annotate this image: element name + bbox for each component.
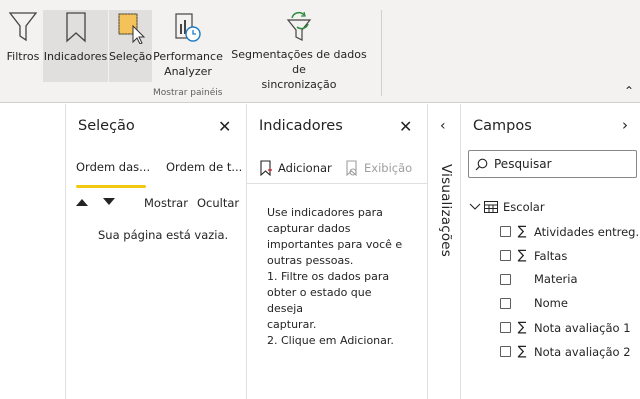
ribbon: Filtros Indicadores Seleção Performance xyxy=(0,0,640,103)
funnel-icon xyxy=(8,10,38,46)
campos-title: Campos xyxy=(473,118,532,134)
performance-label-1: Performance xyxy=(153,50,223,63)
help-line: obter o estado que deseja xyxy=(267,286,372,315)
sigma-icon: ∑ xyxy=(517,248,527,263)
field-label: Atividades entreg... xyxy=(534,224,640,239)
group-label-mostrar-paineis: Mostrar painéis xyxy=(153,88,223,98)
field-checkbox[interactable] xyxy=(500,322,511,333)
help-line: 2. Clique em Adicionar. xyxy=(267,334,394,347)
field-row[interactable]: ∑ Atividades entreg... xyxy=(500,224,640,239)
filtros-label: Filtros xyxy=(6,50,40,63)
ribbon-divider xyxy=(381,10,382,96)
field-row[interactable]: ∑ Nota avaliação 2 xyxy=(500,344,631,359)
collapse-right-icon[interactable]: › xyxy=(622,116,628,134)
performance-label-2: Analyzer xyxy=(164,65,212,78)
selecao-pane: Seleção ✕ xyxy=(65,104,247,399)
field-row[interactable]: Nome xyxy=(500,296,568,310)
sigma-icon: ∑ xyxy=(517,344,527,359)
indicadores-label: Indicadores xyxy=(43,50,108,63)
visualizacoes-pane-collapsed[interactable]: ‹ Visualizações xyxy=(427,104,461,399)
view-bookmark-label: Exibição xyxy=(364,161,413,175)
field-label: Materia xyxy=(534,272,578,286)
filtros-button[interactable]: Filtros xyxy=(3,10,43,82)
indicadores-title: Indicadores xyxy=(259,118,343,134)
show-button[interactable]: Mostrar xyxy=(144,196,188,210)
field-checkbox[interactable] xyxy=(500,346,511,357)
field-checkbox[interactable] xyxy=(500,297,511,309)
sigma-icon: ∑ xyxy=(517,320,527,335)
indicadores-toolbar: Adicionar Exibição xyxy=(247,148,428,184)
visualizacoes-title[interactable]: Visualizações xyxy=(438,164,454,257)
active-tab-underline xyxy=(76,185,146,188)
tab-ordem-das-camadas[interactable]: Ordem das... xyxy=(76,160,150,174)
sigma-icon: ∑ xyxy=(517,224,527,239)
help-line: capturar dados xyxy=(267,222,351,235)
hide-button[interactable]: Ocultar xyxy=(197,196,239,210)
expand-left-icon[interactable]: ‹ xyxy=(440,118,446,134)
chevron-down-icon xyxy=(469,203,481,210)
tab-ordem-de-tabulacao[interactable]: Ordem de t... xyxy=(166,160,242,174)
selecao-close-icon[interactable]: ✕ xyxy=(218,117,231,136)
field-checkbox[interactable] xyxy=(500,273,511,285)
help-line: capturar. xyxy=(267,318,317,331)
add-bookmark-label: Adicionar xyxy=(278,161,332,175)
sync-slicers-label-2: sincronização xyxy=(261,78,337,91)
indicadores-close-icon[interactable]: ✕ xyxy=(399,117,412,136)
performance-stopwatch-icon xyxy=(172,10,204,46)
table-name: Escolar xyxy=(503,200,545,214)
performance-analyzer-button[interactable]: Performance Analyzer xyxy=(153,10,223,82)
ribbon-collapse-icon[interactable]: ⌃ xyxy=(624,84,634,98)
sync-slicers-icon xyxy=(282,10,316,44)
field-label: Nota avaliação 1 xyxy=(534,320,631,335)
field-checkbox[interactable] xyxy=(500,250,511,261)
field-label: Nota avaliação 2 xyxy=(534,344,631,359)
move-up-icon[interactable] xyxy=(75,196,89,210)
field-label: Faltas xyxy=(534,248,568,263)
field-row[interactable]: ∑ Faltas xyxy=(500,248,567,263)
campos-search-input[interactable]: Pesquisar xyxy=(468,150,637,178)
empty-page-message: Sua página está vazia. xyxy=(98,228,229,242)
view-bookmark-icon xyxy=(346,160,357,176)
search-icon xyxy=(475,158,488,170)
add-bookmark-button[interactable]: Adicionar xyxy=(259,160,332,176)
table-escolar[interactable]: Escolar xyxy=(469,200,545,214)
selecao-button[interactable]: Seleção xyxy=(109,10,152,82)
help-line: importantes para você e xyxy=(267,238,403,251)
field-row[interactable]: ∑ Nota avaliação 1 xyxy=(500,320,631,335)
view-bookmark-button[interactable]: Exibição xyxy=(345,160,412,176)
field-checkbox[interactable] xyxy=(500,226,511,237)
sync-slicers-button[interactable]: Segmentações de dados de sincronização xyxy=(225,10,373,91)
help-line: outras pessoas. xyxy=(267,254,354,267)
selecao-title: Seleção xyxy=(78,118,135,134)
campos-pane: Campos › Pesquisar Escolar ∑ Atividades … xyxy=(460,104,640,399)
help-line: 1. Filtre os dados para xyxy=(267,270,390,283)
search-placeholder: Pesquisar xyxy=(494,157,552,171)
move-down-icon[interactable] xyxy=(102,196,116,210)
bookmark-icon xyxy=(61,10,91,46)
selection-pointer-icon xyxy=(115,10,147,46)
bookmark-help-text: Use indicadores para capturar dados impo… xyxy=(267,205,407,349)
indicadores-pane: Indicadores ✕ Adicionar Exibição Use ind… xyxy=(246,104,428,399)
table-icon xyxy=(484,201,498,213)
selecao-label: Seleção xyxy=(108,50,153,63)
sync-slicers-label-1: Segmentações de dados de xyxy=(231,48,367,76)
field-row[interactable]: Materia xyxy=(500,272,578,286)
indicadores-button[interactable]: Indicadores xyxy=(43,10,108,82)
add-bookmark-icon xyxy=(260,160,272,176)
field-label: Nome xyxy=(534,296,568,310)
help-line: Use indicadores para xyxy=(267,206,383,219)
